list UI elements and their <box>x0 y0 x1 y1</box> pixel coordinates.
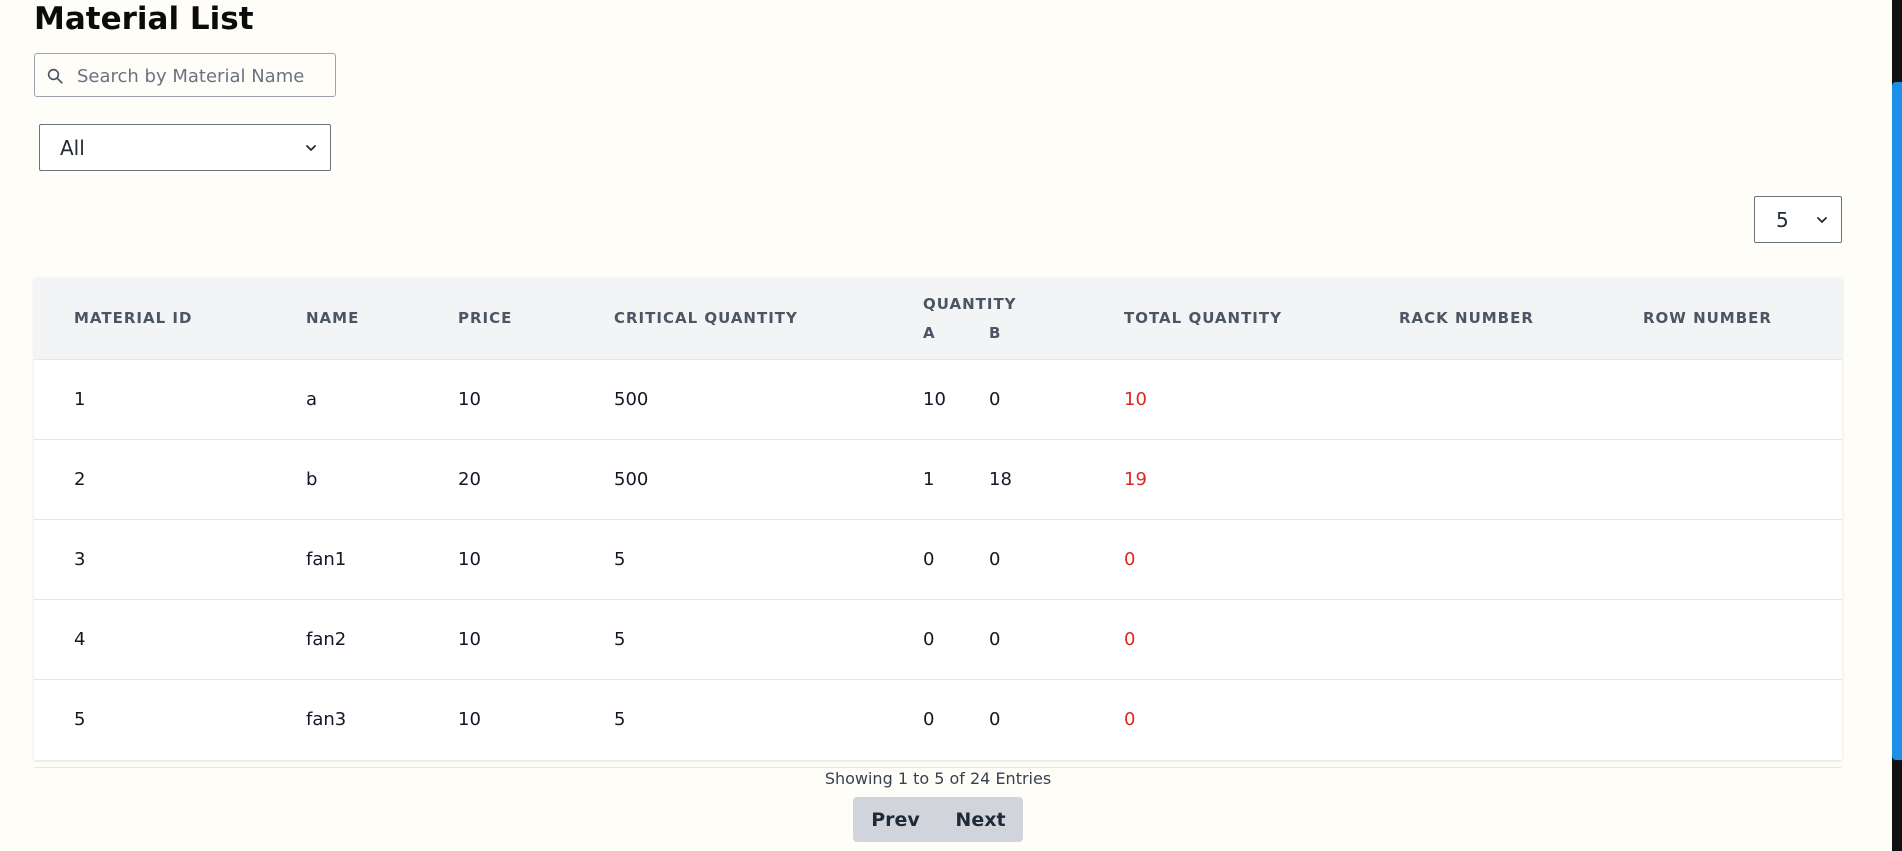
cell-quantity: 00 <box>923 519 1124 599</box>
cell-name: a <box>306 388 318 410</box>
table-row: 3 fan1 10 5 00 0 <box>34 519 1842 599</box>
cell-price: 10 <box>458 628 481 650</box>
cell-quantity-b: 0 <box>989 548 1001 570</box>
cell-name: b <box>306 468 318 490</box>
header-spacer <box>34 278 74 359</box>
page-size-select[interactable]: 5 <box>1754 196 1842 243</box>
page: Material List All 5 <box>0 0 1902 851</box>
filter-select[interactable]: All <box>39 124 331 171</box>
header-rack-number: RACK NUMBER <box>1399 309 1534 328</box>
cell-spacer <box>34 599 74 679</box>
cell-row-number <box>1643 519 1842 599</box>
search-icon <box>47 68 63 84</box>
cell-total-quantity: 0 <box>1124 548 1136 570</box>
cell-quantity: 00 <box>923 599 1124 679</box>
page-size-value: 5 <box>1776 207 1789 232</box>
cell-spacer <box>34 359 74 439</box>
header-critical-quantity: CRITICAL QUANTITY <box>614 309 798 328</box>
filter-select-value: All <box>60 135 85 160</box>
cell-total-quantity: 10 <box>1124 388 1147 410</box>
cell-quantity-b: 0 <box>989 708 1001 730</box>
cell-critical-quantity: 5 <box>614 548 626 570</box>
cell-quantity-b: 0 <box>989 388 1001 410</box>
cell-critical-quantity: 500 <box>614 388 649 410</box>
header-material-id: MATERIAL ID <box>74 309 193 328</box>
scrollbar-thumb[interactable] <box>1892 82 1902 760</box>
cell-spacer <box>34 439 74 519</box>
cell-material-id: 2 <box>74 468 86 490</box>
cell-critical-quantity: 5 <box>614 628 626 650</box>
cell-rack-number <box>1399 679 1643 759</box>
table-row: 1 a 10 500 10 0 10 <box>34 359 1842 439</box>
cell-critical-quantity: 5 <box>614 708 626 730</box>
page-title: Material List <box>34 1 254 37</box>
cell-rack-number <box>1399 439 1643 519</box>
chevron-down-icon <box>1817 216 1827 223</box>
cell-material-id: 4 <box>74 628 86 650</box>
prev-button[interactable]: Prev <box>853 797 938 842</box>
table-row: 2 b 20 500 1 18 19 <box>34 439 1842 519</box>
pagination-controls: Prev Next <box>853 797 1023 842</box>
table-row: 5 fan3 10 5 00 0 <box>34 679 1842 759</box>
cell-quantity-a: 0 <box>923 708 935 730</box>
cell-spacer <box>34 679 74 759</box>
cell-quantity: 10 0 <box>923 359 1124 439</box>
cell-rack-number <box>1399 359 1643 439</box>
header-price: PRICE <box>458 309 513 328</box>
cell-rack-number <box>1399 519 1643 599</box>
material-table: MATERIAL ID NAME PRICE CRITICAL QUANTITY… <box>34 278 1842 760</box>
entries-summary: Showing 1 to 5 of 24 Entries <box>824 769 1052 788</box>
cell-quantity-b: 18 <box>989 468 1012 490</box>
header-total-quantity: TOTAL QUANTITY <box>1124 309 1282 328</box>
next-button[interactable]: Next <box>938 797 1023 842</box>
search-box[interactable] <box>34 53 336 97</box>
cell-spacer <box>34 519 74 599</box>
header-quantity-a: A <box>923 323 936 342</box>
cell-row-number <box>1643 599 1842 679</box>
cell-total-quantity: 0 <box>1124 628 1136 650</box>
cell-material-id: 3 <box>74 548 86 570</box>
cell-material-id: 5 <box>74 708 86 730</box>
header-name: NAME <box>306 309 360 328</box>
cell-price: 10 <box>458 388 481 410</box>
header-quantity: QUANTITY A B <box>923 278 1124 359</box>
cell-total-quantity: 19 <box>1124 468 1147 490</box>
cell-quantity: 00 <box>923 679 1124 759</box>
footer-divider <box>34 767 1842 768</box>
cell-quantity-b: 0 <box>989 628 1001 650</box>
cell-total-quantity: 0 <box>1124 708 1136 730</box>
cell-quantity-a: 10 <box>923 388 946 410</box>
header-quantity-title: QUANTITY <box>923 294 1017 313</box>
chevron-down-icon <box>306 144 316 151</box>
search-input[interactable] <box>75 60 329 92</box>
cell-name: fan2 <box>306 628 347 650</box>
cell-price: 10 <box>458 548 481 570</box>
cell-row-number <box>1643 679 1842 759</box>
cell-quantity-a: 1 <box>923 468 935 490</box>
cell-row-number <box>1643 359 1842 439</box>
cell-material-id: 1 <box>74 388 86 410</box>
cell-rack-number <box>1399 599 1643 679</box>
table-row: 4 fan2 10 5 00 0 <box>34 599 1842 679</box>
table-header-row: MATERIAL ID NAME PRICE CRITICAL QUANTITY… <box>34 278 1842 359</box>
cell-price: 20 <box>458 468 481 490</box>
cell-name: fan1 <box>306 548 347 570</box>
header-quantity-b: B <box>989 323 1002 342</box>
cell-row-number <box>1643 439 1842 519</box>
cell-critical-quantity: 500 <box>614 468 649 490</box>
cell-price: 10 <box>458 708 481 730</box>
cell-quantity-a: 0 <box>923 628 935 650</box>
cell-quantity: 1 18 <box>923 439 1124 519</box>
cell-name: fan3 <box>306 708 347 730</box>
cell-quantity-a: 0 <box>923 548 935 570</box>
header-row-number: ROW NUMBER <box>1643 309 1772 328</box>
